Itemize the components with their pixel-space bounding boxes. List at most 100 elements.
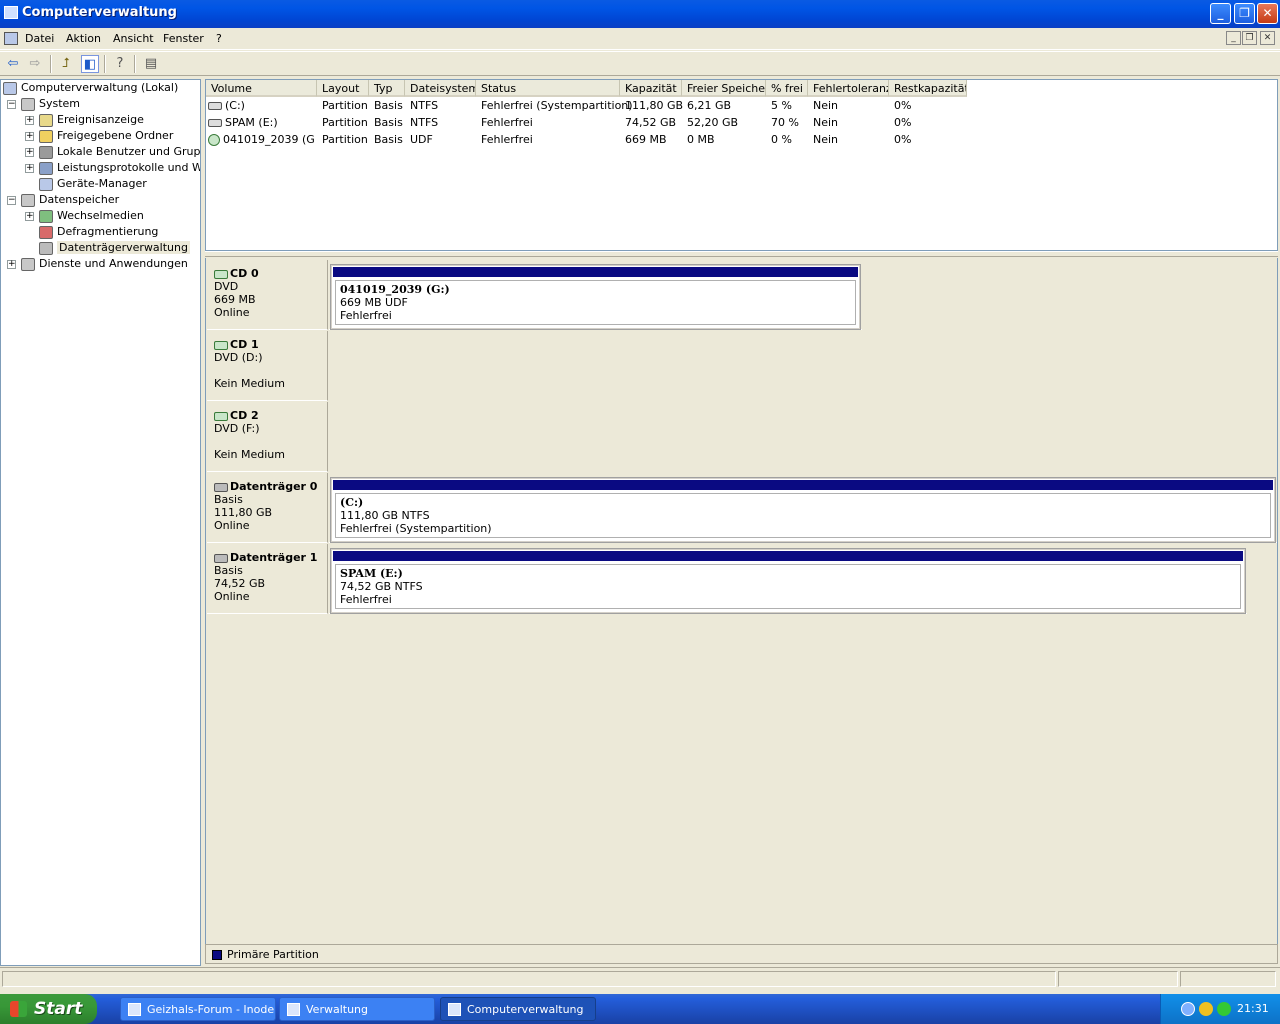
primary-partition-bar bbox=[333, 551, 1243, 561]
partition-g[interactable]: 041019_2039 (G:) 669 MB UDF Fehlerfrei bbox=[330, 264, 861, 330]
status-panel bbox=[1180, 971, 1276, 987]
col-kapazitaet[interactable]: Kapazität bbox=[620, 80, 682, 97]
disk-region: 041019_2039 (G:) 669 MB UDF Fehlerfrei bbox=[329, 260, 862, 330]
clock[interactable]: 21:31 bbox=[1237, 1002, 1269, 1015]
disk-row-disk0[interactable]: Datenträger 0 Basis 111,80 GB Online (C:… bbox=[206, 473, 1279, 543]
storage-icon bbox=[21, 193, 35, 207]
toolbar-separator bbox=[104, 55, 106, 73]
tree-dienste[interactable]: Dienste und Anwendungen bbox=[21, 256, 188, 272]
menubar: Datei Aktion Ansicht Fenster ? bbox=[0, 28, 1280, 50]
browser-icon bbox=[128, 1003, 141, 1016]
disk-row-disk1[interactable]: Datenträger 1 Basis 74,52 GB Online SPAM… bbox=[206, 544, 1279, 614]
primary-partition-bar bbox=[333, 267, 858, 277]
tray-arrow-icon[interactable] bbox=[1181, 1002, 1195, 1016]
folder-icon bbox=[287, 1003, 300, 1016]
menu-ansicht[interactable]: Ansicht bbox=[113, 32, 154, 45]
status-bar bbox=[0, 967, 1280, 989]
toolbar-separator bbox=[50, 55, 52, 73]
tree-lokale-benutzer[interactable]: Lokale Benutzer und Gruppen bbox=[39, 144, 200, 160]
tree-leistungsprotokolle[interactable]: Leistungsprotokolle und Warn bbox=[39, 160, 200, 176]
mdi-close-button[interactable]: ✕ bbox=[1260, 31, 1275, 45]
collapse-toggle[interactable]: − bbox=[7, 100, 16, 109]
mdi-minimize-button[interactable]: _ bbox=[1226, 31, 1241, 45]
disk-label[interactable]: CD 1 DVD (D:) Kein Medium bbox=[207, 331, 328, 401]
computer-management-icon bbox=[448, 1003, 461, 1016]
menu-help[interactable]: ? bbox=[216, 32, 222, 45]
cd-drive-icon bbox=[214, 411, 228, 421]
tray-network-icon[interactable] bbox=[1217, 1002, 1231, 1016]
col-dateisystem[interactable]: Dateisystem bbox=[405, 80, 476, 97]
show-tree-icon[interactable]: ◧ bbox=[81, 55, 99, 73]
start-button[interactable]: Start bbox=[0, 994, 97, 1024]
taskbar-item-computerverwaltung[interactable]: Computerverwaltung bbox=[440, 997, 596, 1021]
volume-list[interactable]: Volume Layout Typ Dateisystem Status Kap… bbox=[205, 79, 1278, 251]
pane-divider[interactable] bbox=[205, 251, 1278, 257]
mdi-restore-button[interactable]: ❐ bbox=[1242, 31, 1257, 45]
tree-root[interactable]: Computerverwaltung (Lokal) bbox=[3, 80, 178, 96]
tree-defragmentierung[interactable]: Defragmentierung bbox=[39, 224, 158, 240]
disk-row-cd0[interactable]: CD 0 DVD 669 MB Online 041019_2039 (G:) … bbox=[206, 260, 1279, 330]
expand-toggle[interactable]: + bbox=[7, 260, 16, 269]
tree-system[interactable]: System bbox=[21, 96, 80, 112]
forward-arrow-icon[interactable]: ⇨ bbox=[26, 55, 44, 73]
console-tree[interactable]: Computerverwaltung (Lokal) − System + Er… bbox=[0, 79, 201, 966]
tree-wechselmedien[interactable]: Wechselmedien bbox=[39, 208, 144, 224]
system-tray: 21:31 bbox=[1160, 994, 1280, 1024]
expand-toggle[interactable]: + bbox=[25, 116, 34, 125]
expand-toggle[interactable]: + bbox=[25, 212, 34, 221]
menu-fenster[interactable]: Fenster bbox=[163, 32, 204, 45]
menu-aktion[interactable]: Aktion bbox=[66, 32, 101, 45]
tree-datentraegerverwaltung[interactable]: Datenträgerverwaltung bbox=[39, 240, 190, 256]
col-prozent-frei[interactable]: % frei bbox=[766, 80, 808, 97]
disk-row-cd2[interactable]: CD 2 DVD (F:) Kein Medium bbox=[206, 402, 1279, 472]
disk-region: (C:) 111,80 GB NTFS Fehlerfrei (Systempa… bbox=[329, 473, 1277, 543]
collapse-toggle[interactable]: − bbox=[7, 196, 16, 205]
removable-storage-icon bbox=[39, 209, 53, 223]
col-layout[interactable]: Layout bbox=[317, 80, 369, 97]
tree-ereignisanzeige[interactable]: Ereignisanzeige bbox=[39, 112, 144, 128]
partition-e[interactable]: SPAM (E:) 74,52 GB NTFS Fehlerfrei bbox=[330, 548, 1246, 614]
expand-toggle[interactable]: + bbox=[25, 148, 34, 157]
status-panel bbox=[1058, 971, 1178, 987]
disk-label[interactable]: CD 2 DVD (F:) Kein Medium bbox=[207, 402, 328, 472]
back-arrow-icon[interactable]: ⇦ bbox=[4, 55, 22, 73]
taskbar-item-verwaltung[interactable]: Verwaltung bbox=[279, 997, 435, 1021]
disk-row-cd1[interactable]: CD 1 DVD (D:) Kein Medium bbox=[206, 331, 1279, 401]
legend: Primäre Partition bbox=[205, 944, 1278, 964]
mmc-document-icon[interactable] bbox=[4, 32, 18, 45]
partition-c[interactable]: (C:) 111,80 GB NTFS Fehlerfrei (Systempa… bbox=[330, 477, 1276, 543]
disk-label[interactable]: Datenträger 1 Basis 74,52 GB Online bbox=[207, 544, 328, 614]
col-fehlertoleranz[interactable]: Fehlertoleranz bbox=[808, 80, 889, 97]
cd-drive-icon bbox=[214, 269, 228, 279]
tree-freigegebene-ordner[interactable]: Freigegebene Ordner bbox=[39, 128, 173, 144]
window-titlebar[interactable]: Computerverwaltung _ ❐ ✕ bbox=[0, 0, 1280, 28]
device-manager-icon bbox=[39, 177, 53, 191]
disk-region: SPAM (E:) 74,52 GB NTFS Fehlerfrei bbox=[329, 544, 1247, 614]
volume-icon bbox=[208, 119, 222, 127]
export-list-icon[interactable]: ▤ bbox=[142, 55, 160, 73]
computer-icon bbox=[3, 81, 17, 95]
disk-label[interactable]: CD 0 DVD 669 MB Online bbox=[207, 260, 328, 330]
restore-button[interactable]: ❐ bbox=[1234, 3, 1255, 24]
col-restkapazitaet[interactable]: Restkapazität bbox=[889, 80, 967, 97]
properties-help-icon[interactable]: ? bbox=[111, 55, 129, 73]
tray-app-icon[interactable] bbox=[1199, 1002, 1213, 1016]
up-folder-icon[interactable]: ⮥ bbox=[57, 55, 75, 73]
col-volume[interactable]: Volume bbox=[206, 80, 317, 97]
disk-label[interactable]: Datenträger 0 Basis 111,80 GB Online bbox=[207, 473, 328, 543]
expand-toggle[interactable]: + bbox=[25, 164, 34, 173]
col-status[interactable]: Status bbox=[476, 80, 620, 97]
tree-datenspeicher[interactable]: Datenspeicher bbox=[21, 192, 119, 208]
col-typ[interactable]: Typ bbox=[369, 80, 405, 97]
menu-datei[interactable]: Datei bbox=[25, 32, 54, 45]
close-button[interactable]: ✕ bbox=[1257, 3, 1278, 24]
defragmenter-icon bbox=[39, 225, 53, 239]
hard-disk-icon bbox=[214, 553, 228, 563]
windows-logo-icon bbox=[10, 1001, 27, 1017]
expand-toggle[interactable]: + bbox=[25, 132, 34, 141]
tree-geraete-manager[interactable]: Geräte-Manager bbox=[39, 176, 147, 192]
taskbar-item-geizhals[interactable]: Geizhals-Forum - Inode bbox=[120, 997, 276, 1021]
col-freier-speicher[interactable]: Freier Speicher bbox=[682, 80, 766, 97]
taskbar: Start Geizhals-Forum - Inode Verwaltung … bbox=[0, 994, 1280, 1024]
minimize-button[interactable]: _ bbox=[1210, 3, 1231, 24]
